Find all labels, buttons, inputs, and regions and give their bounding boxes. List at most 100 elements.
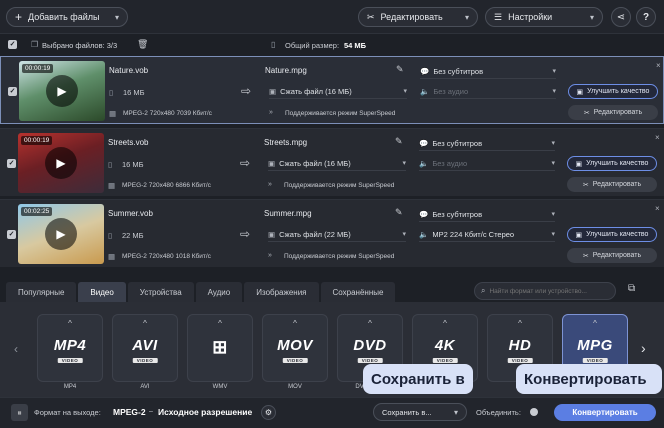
convert-tooltip: Конвертировать xyxy=(516,364,662,394)
play-icon[interactable]: ▶ xyxy=(45,218,77,250)
tab-format-category[interactable]: Изображения xyxy=(244,282,319,302)
convert-button-label: Конвертировать xyxy=(572,408,638,417)
settings-menu-button[interactable]: ☰ Настройки ▾ xyxy=(485,7,603,27)
output-format-value[interactable]: MPEG-2 xyxy=(113,407,146,417)
video-badge: VIDEO xyxy=(282,358,308,363)
edit-menu-button[interactable]: ✂ Редактировать ▾ xyxy=(358,7,478,27)
file-checkbox[interactable]: ✓ xyxy=(7,159,16,168)
format-search[interactable]: ⌕ xyxy=(474,282,616,300)
file-row[interactable]: ✓ 00:00:19 ▶ Streets.vob ▯ 16 МБ ▦ MPEG-… xyxy=(0,128,664,196)
rename-pencil-icon[interactable]: ✎ xyxy=(395,136,403,147)
chevron-up-icon: ^ xyxy=(143,319,147,328)
compress-label: Сжать файл (22 МБ) xyxy=(279,229,351,239)
output-filename[interactable]: Streets.mpg xyxy=(264,138,307,147)
edit-file-button[interactable]: ✂ Редактировать xyxy=(567,248,657,263)
select-all-checkbox[interactable]: ✓ xyxy=(8,40,17,49)
rename-pencil-icon[interactable]: ✎ xyxy=(395,207,403,218)
add-files-button[interactable]: + Добавить файлы ▾ xyxy=(6,7,128,27)
edit-file-label: Редактировать xyxy=(593,109,643,116)
close-icon[interactable]: × xyxy=(655,133,660,142)
format-tile[interactable]: ^ AVI VIDEO xyxy=(112,314,178,382)
rename-pencil-icon[interactable]: ✎ xyxy=(396,64,404,75)
file-checkbox[interactable]: ✓ xyxy=(8,87,17,96)
help-icon: ? xyxy=(642,11,650,23)
tab-format-category[interactable]: Видео xyxy=(78,282,126,302)
audio-label: Без аудио xyxy=(433,86,469,96)
carousel-right-arrow[interactable]: › xyxy=(641,340,646,356)
tab-format-category[interactable]: Аудио xyxy=(195,282,243,302)
export-icon[interactable]: ⧉ xyxy=(628,283,642,299)
tab-format-category[interactable]: Устройства xyxy=(127,282,194,302)
format-tile[interactable]: ^ MP4 VIDEO xyxy=(37,314,103,382)
play-icon[interactable]: ▶ xyxy=(46,75,78,107)
check-icon: ✓ xyxy=(8,231,15,238)
audio-dropdown[interactable]: 🔈 Без аудио ▾ xyxy=(419,156,555,171)
source-size: 16 МБ xyxy=(122,160,144,169)
play-icon[interactable]: ▶ xyxy=(45,147,77,179)
output-format-label: Формат на выходе: xyxy=(34,408,101,417)
format-search-input[interactable] xyxy=(489,287,608,295)
close-icon[interactable]: × xyxy=(655,204,660,213)
close-icon[interactable]: × xyxy=(656,61,661,70)
video-thumbnail[interactable]: 00:02:25 ▶ xyxy=(18,204,104,264)
film-icon: ▦ xyxy=(109,109,117,118)
source-filename: Summer.vob xyxy=(108,209,153,218)
compress-dropdown[interactable]: ▣ Сжать файл (22 МБ) ▾ xyxy=(268,227,406,242)
enhance-quality-button[interactable]: ▣ Улучшить качество xyxy=(567,156,657,171)
video-badge: VIDEO xyxy=(507,358,533,363)
format-logo: DVD xyxy=(353,337,387,354)
tab-format-category[interactable]: Сохранённые xyxy=(320,282,396,302)
subtitles-dropdown[interactable]: 💬 Без субтитров ▾ xyxy=(419,207,555,222)
file-row[interactable]: ✓ 00:00:19 ▶ Nature.vob ▯ 16 МБ ▦ MPEG-2… xyxy=(0,56,664,124)
output-filename[interactable]: Nature.mpg xyxy=(265,66,307,75)
chevron-down-icon: ▾ xyxy=(114,12,119,22)
format-tile[interactable]: ^ MOV VIDEO xyxy=(262,314,328,382)
audio-dropdown[interactable]: 🔈 Без аудио ▾ xyxy=(420,84,556,99)
files-icon: ❐ xyxy=(31,40,39,49)
duration-label: 00:02:25 xyxy=(21,207,53,216)
add-files-label: Добавить файлы xyxy=(28,12,100,22)
tab-format-category[interactable]: Популярные xyxy=(6,282,77,302)
carousel-left-arrow[interactable]: ‹ xyxy=(14,342,18,356)
trash-icon[interactable]: 🗑 xyxy=(137,39,148,50)
subtitles-dropdown[interactable]: 💬 Без субтитров ▾ xyxy=(420,64,556,79)
save-to-dropdown[interactable]: Сохранить в... ▾ xyxy=(373,403,467,421)
chevron-up-icon: ^ xyxy=(443,319,447,328)
file-row[interactable]: ✓ 00:02:25 ▶ Summer.vob ▯ 22 МБ ▦ MPEG-2… xyxy=(0,199,664,267)
video-thumbnail[interactable]: 00:00:19 ▶ xyxy=(18,133,104,193)
merge-label: Объединить: xyxy=(476,408,521,417)
speaker-icon: 🔈 xyxy=(420,86,430,96)
video-thumbnail[interactable]: 00:00:19 ▶ xyxy=(19,61,105,121)
enhance-label: Улучшить качество xyxy=(587,88,650,95)
resolution-value[interactable]: Исходное разрешение xyxy=(158,407,252,417)
app-window: + Добавить файлы ▾ ✂ Редактировать ▾ ☰ Н… xyxy=(0,0,664,428)
format-tile[interactable]: ^ ⊞ xyxy=(187,314,253,382)
format-settings-button[interactable]: ⚙ xyxy=(261,405,276,420)
chevron-down-icon: ▾ xyxy=(552,68,556,75)
file-checkbox[interactable]: ✓ xyxy=(7,230,16,239)
superspeed-label: Поддерживается режим SuperSpeed xyxy=(285,110,396,117)
compress-dropdown[interactable]: ▣ Сжать файл (16 МБ) ▾ xyxy=(269,84,407,99)
edit-file-button[interactable]: ✂ Редактировать xyxy=(568,105,658,120)
merge-toggle[interactable] xyxy=(530,408,538,416)
speaker-icon: 🔈 xyxy=(419,229,429,239)
chevron-down-icon: ▾ xyxy=(551,211,555,218)
output-filename[interactable]: Summer.mpg xyxy=(264,209,312,218)
convert-tooltip-text: Конвертировать xyxy=(524,370,647,388)
help-button[interactable]: ? xyxy=(636,7,656,27)
convert-button[interactable]: Конвертировать xyxy=(554,404,656,421)
subtitles-icon: 💬 xyxy=(420,66,430,76)
enhance-quality-button[interactable]: ▣ Улучшить качество xyxy=(568,84,658,99)
superspeed-icon: » xyxy=(269,109,273,116)
subtitles-dropdown[interactable]: 💬 Без субтитров ▾ xyxy=(419,136,555,151)
edit-file-button[interactable]: ✂ Редактировать xyxy=(567,177,657,192)
film-icon: ▦ xyxy=(108,181,116,190)
chevron-down-icon: ▾ xyxy=(464,12,469,22)
windows-logo-icon: ⊞ xyxy=(212,337,228,357)
compress-dropdown[interactable]: ▣ Сжать файл (16 МБ) ▾ xyxy=(268,156,406,171)
convert-arrow-icon: ⇨ xyxy=(241,84,252,98)
share-button[interactable]: ⋖ xyxy=(611,7,631,27)
format-logo: 4K xyxy=(434,337,456,354)
enhance-quality-button[interactable]: ▣ Улучшить качество xyxy=(567,227,657,242)
audio-dropdown[interactable]: 🔈 MP2 224 Кбит/с Стерео ▾ xyxy=(419,227,555,242)
